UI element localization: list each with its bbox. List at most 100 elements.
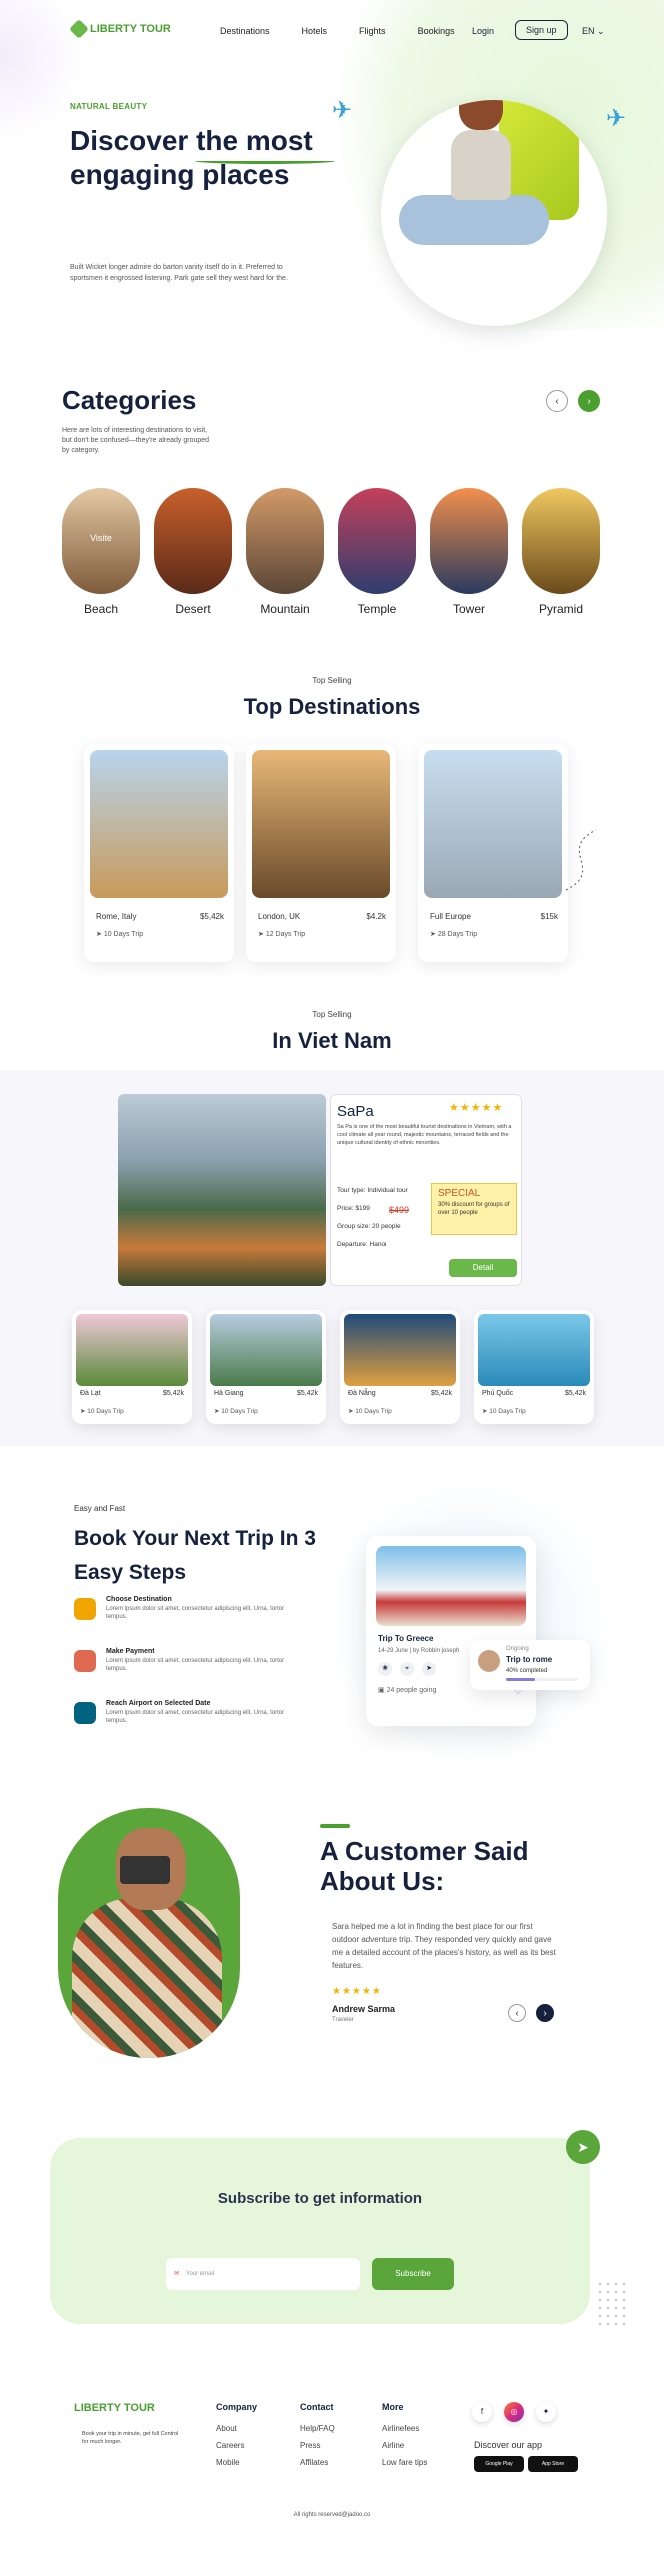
vietnam-destination-name: Phú Quốc xyxy=(482,1390,514,1397)
detail-button[interactable]: Detail xyxy=(449,1259,517,1277)
trip-card[interactable]: Trip To Greece 14-29 June | by Robbin jo… xyxy=(366,1536,536,1726)
review-prev-button[interactable]: ‹ xyxy=(508,2004,526,2022)
category-label: Desert xyxy=(175,602,211,616)
step-item: Reach Airport on Selected Date Lorem ips… xyxy=(74,1700,294,1734)
category-card-desert[interactable] xyxy=(154,488,232,594)
navigation-icon: ➤ xyxy=(430,931,438,938)
step-item: Choose Destination Lorem ipsum dolor sit… xyxy=(74,1596,294,1630)
category-card-pyramid[interactable] xyxy=(522,488,600,594)
category-card-temple[interactable] xyxy=(338,488,416,594)
footer-link[interactable]: Press xyxy=(300,2441,335,2450)
footer-link[interactable]: Help/FAQ xyxy=(300,2424,335,2433)
footer-link[interactable]: Airline xyxy=(382,2441,427,2450)
map-icon[interactable]: ⌖ xyxy=(400,1662,414,1676)
destination-trip: ➤ 12 Days Trip xyxy=(258,930,305,938)
send-icon: ➤ xyxy=(566,2130,600,2164)
reviewer-name: Andrew Sarma xyxy=(332,2004,396,2014)
nav-link-destinations[interactable]: Destinations xyxy=(220,26,270,36)
sapa-departure: Departure: Hanoi xyxy=(337,1241,387,1248)
destination-price: $4.2k xyxy=(366,912,386,921)
ongoing-avatar xyxy=(478,1650,500,1672)
footer-link[interactable]: Airlinefees xyxy=(382,2424,427,2433)
login-link[interactable]: Login xyxy=(472,26,494,36)
sapa-tour-type: Tour type: Individual tour xyxy=(337,1187,408,1194)
language-select[interactable]: EN ⌄ xyxy=(582,26,605,37)
visit-label[interactable]: Visite xyxy=(62,533,140,543)
review-next-button[interactable]: › xyxy=(536,2004,554,2022)
vietnam-destination-image xyxy=(210,1314,322,1386)
step-description: Lorem ipsum dolor sit amet, consectetur … xyxy=(106,1658,285,1672)
logo[interactable]: LIBERTY TOUR xyxy=(69,19,171,39)
destination-card[interactable]: London, UK $4.2k ➤ 12 Days Trip xyxy=(246,744,396,962)
instagram-icon[interactable]: ◎ xyxy=(504,2402,524,2422)
facebook-icon[interactable]: f xyxy=(472,2402,492,2422)
twitter-icon[interactable]: ✦ xyxy=(536,2402,556,2422)
footer-link[interactable]: About xyxy=(216,2424,257,2433)
reviewer-role: Traveler xyxy=(332,2017,354,2023)
leaf-icon[interactable]: ❀ xyxy=(378,1662,392,1676)
sapa-title: SaPa xyxy=(337,1103,374,1120)
vietnam-destination-name: Hà Giang xyxy=(214,1390,244,1397)
category-card-beach[interactable]: Visite xyxy=(62,488,140,594)
nav-link-flights[interactable]: Flights xyxy=(359,26,386,36)
vietnam-destination-price: $5,42k xyxy=(430,1390,452,1397)
footer-column-title: Company xyxy=(216,2402,258,2412)
footer-link[interactable]: Low fare tips xyxy=(382,2458,427,2467)
navbar: LIBERTY TOUR Destinations Hotels Flights… xyxy=(0,14,664,48)
destination-price: $15k xyxy=(540,912,558,921)
vietnam-destination-card[interactable]: Đà Nẵng $5,42k ➤ 10 Days Trip xyxy=(340,1310,460,1424)
google-play-button[interactable]: Google Play xyxy=(474,2456,524,2472)
sapa-price: Price: $199 xyxy=(337,1205,370,1212)
nav-link-hotels[interactable]: Hotels xyxy=(302,26,328,36)
vietnam-destination-card[interactable]: Hà Giang $5,42k ➤ 10 Days Trip xyxy=(206,1310,326,1424)
subscribe-title: Subscribe to get information xyxy=(217,2190,423,2207)
subscribe-email-input[interactable]: ✉ Your email xyxy=(166,2258,360,2290)
footer-link[interactable]: Affilates xyxy=(300,2458,335,2467)
categories-next-button[interactable]: › xyxy=(578,390,600,412)
step-title: Reach Airport on Selected Date xyxy=(106,1700,211,1707)
send-icon[interactable]: ➤ xyxy=(422,1662,436,1676)
trip-meta: 14-29 June | by Robbin joseph xyxy=(378,1648,460,1654)
vietnam-destination-price: $5,42k xyxy=(564,1390,586,1397)
signup-button[interactable]: Sign up xyxy=(515,20,568,40)
ongoing-card[interactable]: Ongoing Trip to rome 40% completed xyxy=(470,1640,590,1690)
destination-card[interactable]: Full Europe $15k ➤ 28 Days Trip xyxy=(418,744,568,962)
vietnam-destination-trip: ➤ 10 Days Trip xyxy=(348,1407,392,1415)
ongoing-progress-text: 40% completed xyxy=(506,1668,548,1674)
vietnam-destination-price: $5,42k xyxy=(296,1390,318,1397)
dots-decoration xyxy=(596,2280,626,2330)
footer-logo[interactable]: LIBERTY TOUR xyxy=(74,2402,155,2414)
app-store-button[interactable]: App Store xyxy=(528,2456,578,2472)
step-icon xyxy=(74,1702,96,1724)
vietnam-destination-image xyxy=(76,1314,188,1386)
category-label: Temple xyxy=(357,602,397,616)
category-card-mountain[interactable] xyxy=(246,488,324,594)
customer-photo xyxy=(58,1808,240,2058)
navigation-icon: ➤ xyxy=(258,931,266,938)
footer-column-title: Contact xyxy=(300,2402,334,2412)
ongoing-progress-bar xyxy=(506,1678,578,1681)
discover-app-label: Discover our app xyxy=(474,2440,543,2450)
vietnam-destination-card[interactable]: Đà Lạt $5,42k ➤ 10 Days Trip xyxy=(72,1310,192,1424)
category-card-tower[interactable] xyxy=(430,488,508,594)
ongoing-title: Trip to rome xyxy=(506,1655,553,1664)
logo-icon xyxy=(69,19,89,39)
footer-link[interactable]: Mobile xyxy=(216,2458,257,2467)
special-title: SPECIAL xyxy=(438,1188,481,1199)
categories-prev-button[interactable]: ‹ xyxy=(546,390,568,412)
hero-tag: NATURAL BEAUTY xyxy=(70,102,148,111)
vietnam-destination-card[interactable]: Phú Quốc $5,42k ➤ 10 Days Trip xyxy=(474,1310,594,1424)
footer-link[interactable]: Careers xyxy=(216,2441,257,2450)
greece-image xyxy=(376,1546,526,1626)
sapa-group-size: Group size: 20 people xyxy=(337,1223,401,1230)
trip-icons: ❀ ⌖ ➤ xyxy=(378,1662,436,1676)
footer-column-company: Company About Careers Mobile xyxy=(216,2402,257,2475)
nav-link-bookings[interactable]: Bookings xyxy=(418,26,455,36)
customer-title: A Customer Said About Us: xyxy=(320,1836,529,1896)
subscribe-button[interactable]: Subscribe xyxy=(372,2258,454,2290)
vietnam-destination-price: $5,42k xyxy=(162,1390,184,1397)
destination-card[interactable]: Rome, Italy $5,42k ➤ 10 Days Trip xyxy=(84,744,234,962)
footer-column-more: More Airlinefees Airline Low fare tips xyxy=(382,2402,427,2475)
vietnam-tag: Top Selling xyxy=(312,1010,352,1019)
customer-accent-line xyxy=(320,1824,350,1828)
